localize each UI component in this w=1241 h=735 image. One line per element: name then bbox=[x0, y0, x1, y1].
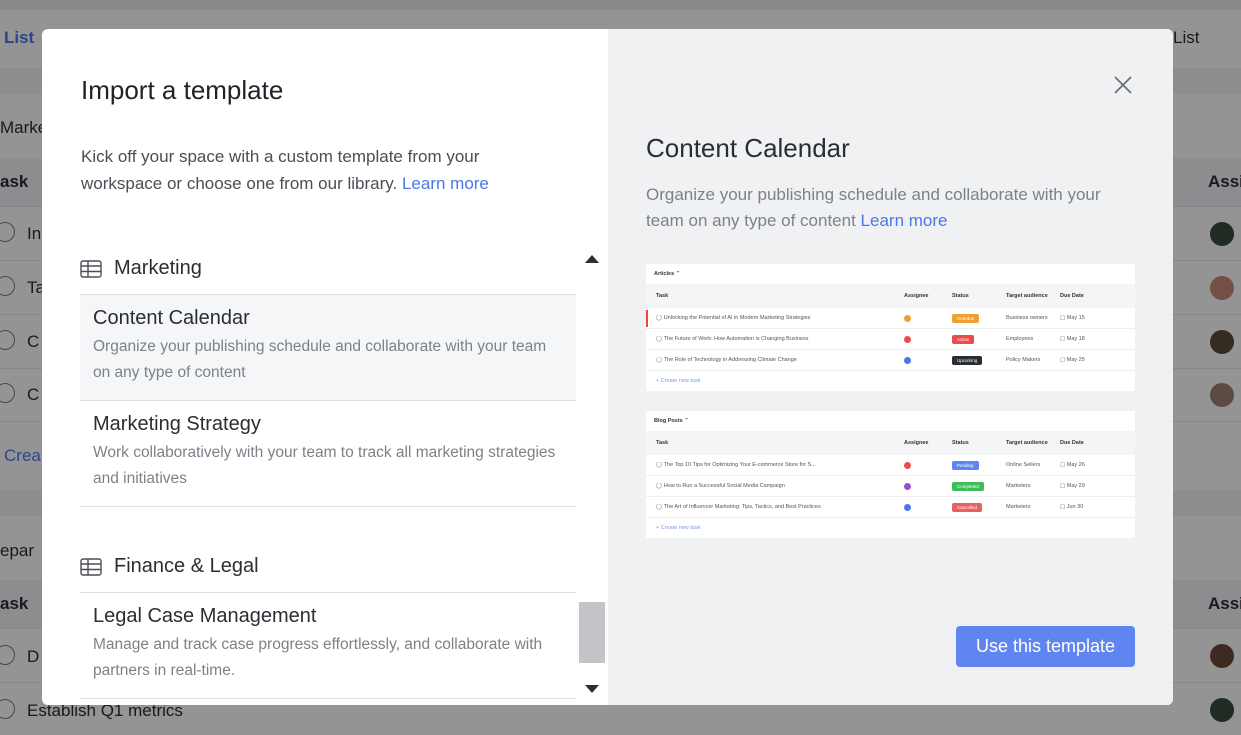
preview-audience: Policy Makers bbox=[1006, 357, 1041, 363]
preview-due: ▢ Jun 30 bbox=[1060, 504, 1084, 510]
preview-task: ◯ The Role of Technology in Addressing C… bbox=[656, 357, 797, 363]
preview-table-columns: Task Assignee Status Target audience Due… bbox=[646, 431, 1135, 455]
preview-audience: Marketers bbox=[1006, 504, 1031, 510]
template-item-marketing-strategy[interactable]: Marketing Strategy Work collaboratively … bbox=[80, 401, 576, 507]
category-name: Finance & Legal bbox=[114, 555, 259, 577]
preview-desc: Organize your publishing schedule and co… bbox=[646, 182, 1136, 234]
preview-assignee bbox=[904, 314, 952, 322]
preview-status: Completed bbox=[952, 481, 1006, 491]
template-title: Content Calendar bbox=[93, 307, 250, 329]
table-icon bbox=[80, 557, 102, 576]
preview-task: ◯ How to Run a Successful Social Media C… bbox=[656, 483, 785, 489]
table-icon bbox=[80, 259, 102, 278]
preview-learn-more-link[interactable]: Learn more bbox=[861, 211, 948, 230]
scroll-down-icon[interactable] bbox=[585, 685, 599, 693]
template-desc: Manage and track case progress effortles… bbox=[93, 636, 543, 679]
preview-assignee bbox=[904, 356, 952, 364]
preview-table-heading: Articles ⌃ bbox=[654, 271, 681, 277]
preview-table-row: ◯ How to Run a Successful Social Media C… bbox=[646, 476, 1135, 497]
template-title: Marketing Strategy bbox=[93, 413, 261, 435]
preview-task: ◯ The Top 10 Tips for Optimizing Your E-… bbox=[656, 462, 816, 468]
category-name: Marketing bbox=[114, 257, 202, 279]
preview-audience: Marketers bbox=[1006, 483, 1031, 489]
preview-audience: Online Sellers bbox=[1006, 462, 1041, 468]
preview-status: Upcoming bbox=[952, 355, 1006, 365]
scroll-thumb[interactable] bbox=[579, 602, 605, 663]
preview-task: ◯ The Art of Influencer Marketing: Tips,… bbox=[656, 504, 821, 510]
scroll-up-icon[interactable] bbox=[585, 255, 599, 263]
preview-audience: Business owners bbox=[1006, 315, 1048, 321]
modal-title: Import a template bbox=[81, 75, 284, 105]
close-icon[interactable] bbox=[1111, 73, 1135, 97]
template-list: Marketing Content Calendar Organize your… bbox=[80, 243, 576, 705]
preview-due: ▢ May 15 bbox=[1060, 315, 1085, 321]
category-marketing: Marketing bbox=[80, 243, 576, 295]
preview-status: Pending bbox=[952, 460, 1006, 470]
preview-status: Cancelled bbox=[952, 502, 1006, 512]
learn-more-link[interactable]: Learn more bbox=[402, 174, 489, 193]
preview-table-row: ◯ Unlocking the Potential of AI in Moder… bbox=[646, 308, 1135, 329]
template-browser: Import a template Kick off your space wi… bbox=[42, 29, 608, 705]
preview-assignee bbox=[904, 335, 952, 343]
template-item-content-calendar[interactable]: Content Calendar Organize your publishin… bbox=[80, 295, 576, 401]
modal-intro: Kick off your space with a custom templa… bbox=[81, 143, 551, 197]
template-item-legal-case-management[interactable]: Legal Case Management Manage and track c… bbox=[80, 593, 576, 699]
preview-title: Content Calendar bbox=[646, 133, 850, 163]
preview-status: Active bbox=[952, 334, 1006, 344]
preview-due: ▢ May 26 bbox=[1060, 462, 1085, 468]
preview-due: ▢ May 18 bbox=[1060, 336, 1085, 342]
preview-table-row: ◯ The Future of Work: How Automation is … bbox=[646, 329, 1135, 350]
preview-due: ▢ May 25 bbox=[1060, 357, 1085, 363]
template-title: Legal Case Management bbox=[93, 605, 317, 627]
template-desc: Work collaboratively with your team to t… bbox=[93, 444, 556, 487]
preview-due: ▢ May 29 bbox=[1060, 483, 1085, 489]
preview-task: ◯ Unlocking the Potential of AI in Moder… bbox=[656, 315, 811, 321]
preview-audience: Employees bbox=[1006, 336, 1034, 342]
preview-assignee bbox=[904, 503, 952, 511]
preview-task: ◯ The Future of Work: How Automation is … bbox=[656, 336, 809, 342]
preview-table-row: ◯ The Art of Influencer Marketing: Tips,… bbox=[646, 497, 1135, 518]
preview-create-task: + Create new task bbox=[656, 378, 701, 384]
preview-table-heading: Blog Posts ⌃ bbox=[654, 418, 689, 424]
preview-create-task: + Create new task bbox=[656, 525, 701, 531]
preview-table-columns: Task Assignee Status Target audience Due… bbox=[646, 284, 1135, 308]
template-preview-pane: Content Calendar Organize your publishin… bbox=[608, 29, 1173, 705]
list-scrollbar[interactable] bbox=[578, 243, 608, 705]
category-finance-legal: Finance & Legal bbox=[80, 541, 576, 593]
preview-table-articles: Articles ⌃ Task Assignee Status Target a… bbox=[646, 264, 1135, 391]
template-desc: Organize your publishing schedule and co… bbox=[93, 338, 547, 381]
preview-table-row: ◯ The Top 10 Tips for Optimizing Your E-… bbox=[646, 455, 1135, 476]
use-template-button[interactable]: Use this template bbox=[956, 626, 1135, 667]
import-template-modal: Import a template Kick off your space wi… bbox=[42, 29, 1173, 705]
preview-assignee bbox=[904, 482, 952, 490]
preview-status: Overdue bbox=[952, 313, 1006, 323]
preview-table-blog-posts: Blog Posts ⌃ Task Assignee Status Target… bbox=[646, 411, 1135, 538]
preview-table-row: ◯ The Role of Technology in Addressing C… bbox=[646, 350, 1135, 371]
preview-assignee bbox=[904, 461, 952, 469]
